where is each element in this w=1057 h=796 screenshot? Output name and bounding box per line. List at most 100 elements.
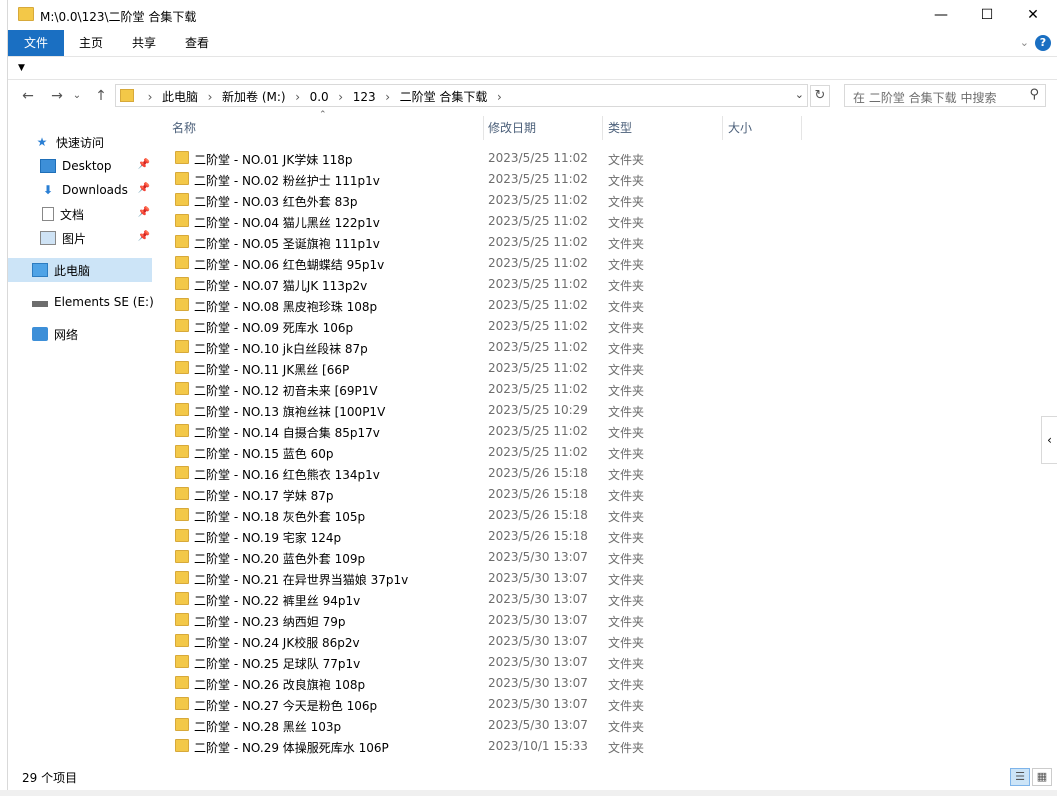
- back-button[interactable]: ←: [17, 85, 39, 107]
- table-row[interactable]: 二阶堂 - NO.03 红色外套 83p 2023/5/25 11:02 文件夹: [172, 190, 772, 211]
- table-row[interactable]: 二阶堂 - NO.11 JK黑丝 [66P 2023/5/25 11:02 文件夹: [172, 358, 772, 379]
- file-date: 2023/5/25 11:02: [488, 172, 588, 186]
- large-icons-view-icon[interactable]: ▦: [1032, 768, 1052, 786]
- column-divider[interactable]: [801, 116, 802, 140]
- pin-icon: 📌: [137, 183, 150, 194]
- table-row[interactable]: 二阶堂 - NO.19 宅家 124p 2023/5/26 15:18 文件夹: [172, 526, 772, 547]
- table-row[interactable]: 二阶堂 - NO.12 初音未来 [69P1V 2023/5/25 11:02 文件…: [172, 379, 772, 400]
- ribbon-expand-chevron-icon[interactable]: ⌄: [1020, 36, 1029, 49]
- table-row[interactable]: 二阶堂 - NO.22 裤里丝 94p1v 2023/5/30 13:07 文件夹: [172, 589, 772, 610]
- search-icon[interactable]: ⚲: [1029, 87, 1039, 102]
- sidebar-item-quick-access[interactable]: ★ 快速访问: [8, 130, 154, 154]
- sidebar-item-pictures[interactable]: 图片 📌: [8, 226, 154, 250]
- breadcrumb-item[interactable]: 二阶堂 合集下载: [400, 88, 488, 105]
- close-button[interactable]: ✕: [1010, 0, 1056, 30]
- sidebar-item-elements-drive[interactable]: Elements SE (E:): [8, 290, 154, 314]
- breadcrumb: › 此电脑 › 新加卷 (M:) › 0.0 › 123 › 二阶堂 合集下载 ›: [138, 88, 511, 105]
- folder-icon: [175, 382, 189, 395]
- address-bar[interactable]: › 此电脑 › 新加卷 (M:) › 0.0 › 123 › 二阶堂 合集下载 › ⌄: [115, 84, 808, 107]
- table-row[interactable]: 二阶堂 - NO.07 猫儿JK 113p2v 2023/5/25 11:02 文件…: [172, 274, 772, 295]
- chevron-right-icon[interactable]: ›: [286, 90, 310, 104]
- tab-home[interactable]: 主页: [79, 30, 103, 56]
- refresh-button[interactable]: ↻: [810, 85, 830, 107]
- file-date: 2023/10/1 15:33: [488, 739, 588, 753]
- breadcrumb-item[interactable]: 123: [353, 90, 376, 104]
- help-icon[interactable]: ?: [1035, 35, 1051, 51]
- table-row[interactable]: 二阶堂 - NO.10 jk白丝段袜 87p 2023/5/25 11:02 文件夹: [172, 337, 772, 358]
- table-row[interactable]: 二阶堂 - NO.26 改良旗袍 108p 2023/5/30 13:07 文件夹: [172, 673, 772, 694]
- details-view-icon[interactable]: ☰: [1010, 768, 1030, 786]
- sidebar-item-downloads[interactable]: ⬇ Downloads 📌: [8, 178, 154, 202]
- file-type: 文件夹: [608, 468, 645, 482]
- table-row[interactable]: 二阶堂 - NO.29 体操服死库水 106P 2023/10/1 15:33 文件…: [172, 736, 772, 757]
- column-header-size[interactable]: 大小: [728, 112, 802, 144]
- folder-icon: [175, 193, 189, 206]
- tab-view[interactable]: 查看: [185, 30, 209, 56]
- address-dropdown-icon[interactable]: ⌄: [795, 88, 804, 101]
- file-type: 文件夹: [608, 657, 645, 671]
- up-button[interactable]: ↑: [90, 85, 112, 107]
- table-row[interactable]: 二阶堂 - NO.13 旗袍丝袜 [100P1V 2023/5/25 10:29 文…: [172, 400, 772, 421]
- table-row[interactable]: 二阶堂 - NO.20 蓝色外套 109p 2023/5/30 13:07 文件夹: [172, 547, 772, 568]
- file-name: 二阶堂 - NO.12 初音未来 [69P1V: [194, 384, 378, 398]
- status-bar: 29 个项目 ☰ ▦: [8, 766, 1057, 788]
- maximize-button[interactable]: ☐: [964, 0, 1010, 30]
- file-type: 文件夹: [608, 279, 645, 293]
- sidebar-item-label: Elements SE (E:): [54, 295, 154, 309]
- minimize-button[interactable]: —: [918, 0, 964, 30]
- table-row[interactable]: 二阶堂 - NO.06 红色蝴蝶结 95p1v 2023/5/25 11:02 文件…: [172, 253, 772, 274]
- breadcrumb-item[interactable]: 新加卷 (M:): [222, 88, 286, 105]
- chevron-right-icon[interactable]: ›: [138, 90, 162, 104]
- forward-button[interactable]: →: [46, 85, 68, 107]
- table-row[interactable]: 二阶堂 - NO.04 猫儿黑丝 122p1v 2023/5/25 11:02 文件…: [172, 211, 772, 232]
- table-row[interactable]: 二阶堂 - NO.28 黑丝 103p 2023/5/30 13:07 文件夹: [172, 715, 772, 736]
- folder-icon: [175, 466, 189, 479]
- collapse-pane-chevron-icon[interactable]: ‹: [1041, 416, 1057, 464]
- sidebar-item-desktop[interactable]: Desktop 📌: [8, 154, 154, 178]
- sidebar-item-this-pc[interactable]: 此电脑: [8, 258, 152, 282]
- breadcrumb-item[interactable]: 此电脑: [162, 88, 198, 105]
- chevron-right-icon[interactable]: ›: [376, 90, 400, 104]
- table-row[interactable]: 二阶堂 - NO.08 黑皮袍珍珠 108p 2023/5/25 11:02 文件夹: [172, 295, 772, 316]
- table-row[interactable]: 二阶堂 - NO.27 今天是粉色 106p 2023/5/30 13:07 文件夹: [172, 694, 772, 715]
- column-divider[interactable]: [602, 116, 603, 140]
- table-row[interactable]: 二阶堂 - NO.17 学妹 87p 2023/5/26 15:18 文件夹: [172, 484, 772, 505]
- chevron-right-icon[interactable]: ›: [198, 90, 222, 104]
- table-row[interactable]: 二阶堂 - NO.18 灰色外套 105p 2023/5/26 15:18 文件夹: [172, 505, 772, 526]
- column-header-type[interactable]: 类型: [608, 112, 722, 144]
- table-row[interactable]: 二阶堂 - NO.16 红色熊衣 134p1v 2023/5/26 15:18 文件…: [172, 463, 772, 484]
- table-row[interactable]: 二阶堂 - NO.25 足球队 77p1v 2023/5/30 13:07 文件夹: [172, 652, 772, 673]
- file-date: 2023/5/30 13:07: [488, 592, 588, 606]
- column-header-date[interactable]: 修改日期: [488, 112, 602, 144]
- breadcrumb-item[interactable]: 0.0: [310, 90, 329, 104]
- column-header-name[interactable]: 名称: [172, 112, 486, 144]
- table-row[interactable]: 二阶堂 - NO.02 粉丝护士 111p1v 2023/5/25 11:02 文件…: [172, 169, 772, 190]
- file-type: 文件夹: [608, 426, 645, 440]
- table-row[interactable]: 二阶堂 - NO.09 死库水 106p 2023/5/25 11:02 文件夹: [172, 316, 772, 337]
- table-row[interactable]: 二阶堂 - NO.14 自摄合集 85p17v 2023/5/25 11:02 文件…: [172, 421, 772, 442]
- folder-icon: [175, 151, 189, 164]
- tab-share[interactable]: 共享: [132, 30, 156, 56]
- sidebar-item-documents[interactable]: 文档 📌: [8, 202, 154, 226]
- recent-locations-icon[interactable]: ⌄: [71, 85, 83, 107]
- file-type: 文件夹: [608, 321, 645, 335]
- search-input[interactable]: 在 二阶堂 合集下载 中搜索 ⚲: [844, 84, 1046, 107]
- table-row[interactable]: 二阶堂 - NO.24 JK校服 86p2v 2023/5/30 13:07 文件夹: [172, 631, 772, 652]
- table-row[interactable]: 二阶堂 - NO.21 在异世界当猫娘 37p1v 2023/5/30 13:07…: [172, 568, 772, 589]
- column-divider[interactable]: [483, 116, 484, 140]
- file-name: 二阶堂 - NO.29 体操服死库水 106P: [194, 741, 389, 755]
- chevron-right-icon[interactable]: ›: [329, 90, 353, 104]
- tab-file[interactable]: 文件: [8, 30, 64, 56]
- sidebar-item-network[interactable]: 网络: [8, 322, 154, 346]
- customize-toolbar-icon[interactable]: ▼: [18, 63, 25, 73]
- table-row[interactable]: 二阶堂 - NO.23 纳西妲 79p 2023/5/30 13:07 文件夹: [172, 610, 772, 631]
- file-name: 二阶堂 - NO.28 黑丝 103p: [194, 720, 342, 734]
- column-divider[interactable]: [722, 116, 723, 140]
- table-row[interactable]: 二阶堂 - NO.05 圣诞旗袍 111p1v 2023/5/25 11:02 文件…: [172, 232, 772, 253]
- chevron-right-icon[interactable]: ›: [487, 90, 511, 104]
- desktop-icon: [40, 159, 56, 173]
- file-date: 2023/5/30 13:07: [488, 550, 588, 564]
- table-row[interactable]: 二阶堂 - NO.01 JK学妹 118p 2023/5/25 11:02 文件夹: [172, 148, 772, 169]
- table-row[interactable]: 二阶堂 - NO.15 蓝色 60p 2023/5/25 11:02 文件夹: [172, 442, 772, 463]
- folder-icon: [175, 613, 189, 626]
